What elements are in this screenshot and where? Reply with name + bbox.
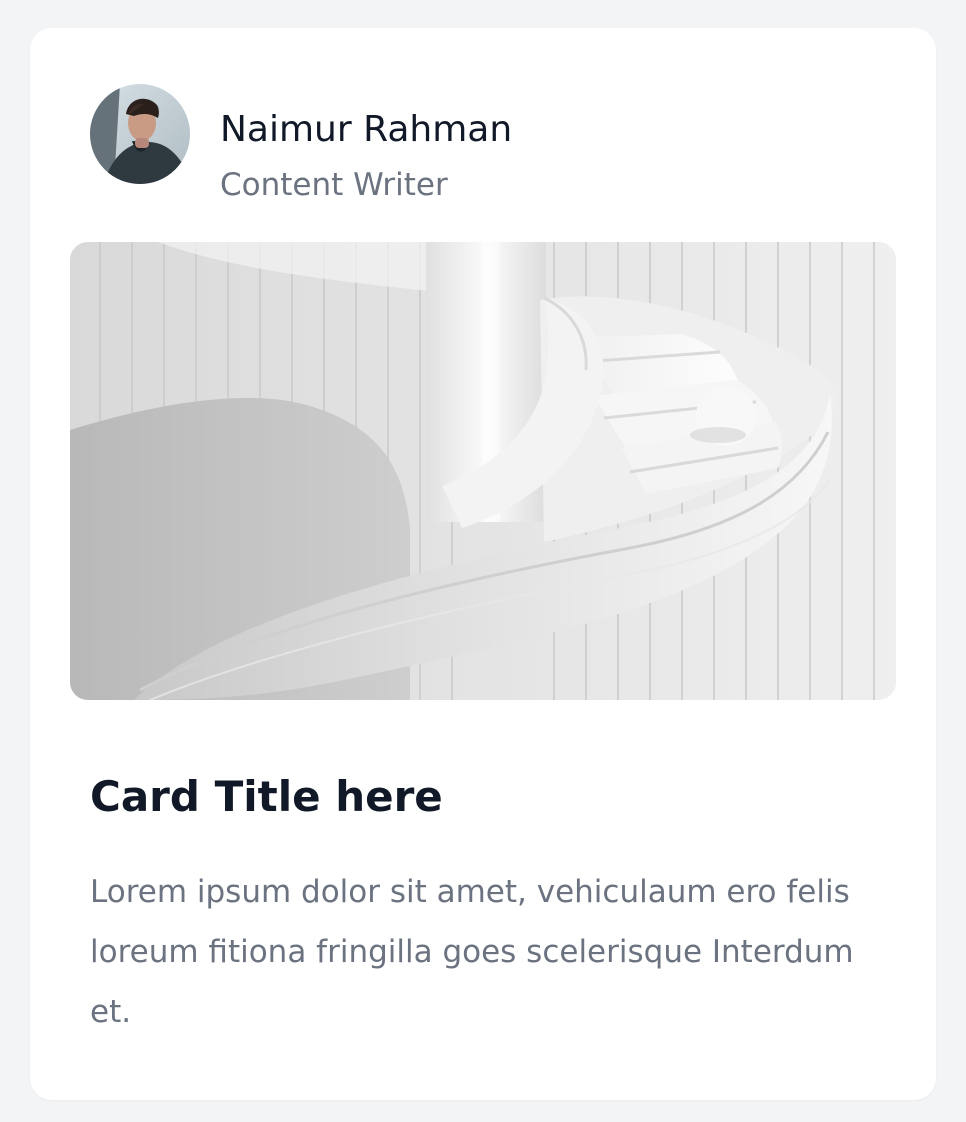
avatar[interactable]	[90, 84, 190, 184]
author-name: Naimur Rahman	[220, 109, 513, 150]
staircase-image	[70, 242, 896, 700]
profile-card: Naimur Rahman Content Writer Card Title …	[30, 28, 936, 1100]
card-title: Card Title here	[90, 772, 443, 821]
card-description: Lorem ipsum dolor sit amet, vehiculaum e…	[90, 874, 854, 1030]
author-header: Naimur Rahman Content Writer	[90, 84, 790, 201]
author-role: Content Writer	[220, 167, 448, 203]
